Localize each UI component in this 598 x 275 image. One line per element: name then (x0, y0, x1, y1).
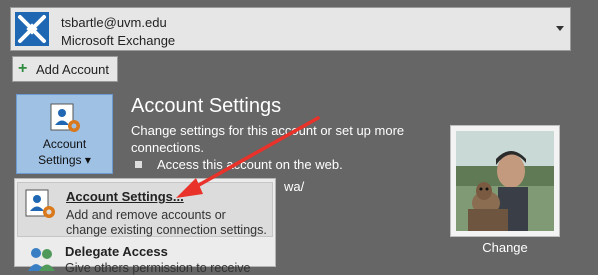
menu-item-description-2: change existing connection settings. (66, 223, 267, 237)
access-web-text: Access this account on the web. (157, 157, 343, 172)
section-title: Account Settings (131, 95, 282, 117)
account-settings-icon (50, 103, 80, 132)
menu-item-description-1: Add and remove accounts or (66, 208, 226, 222)
add-account-label: Add Account (36, 61, 109, 77)
exchange-logo-icon (15, 12, 49, 46)
add-account-button[interactable]: + Add Account (12, 56, 118, 82)
account-settings-icon (25, 189, 55, 218)
plus-icon: + (18, 60, 28, 77)
account-settings-label-1: Account (42, 137, 87, 151)
bullet-icon (135, 161, 142, 168)
account-settings-button[interactable]: Account Settings ▾ (16, 94, 113, 174)
profile-picture[interactable] (450, 125, 560, 237)
menu-item-title: Account Settings... (66, 189, 184, 204)
section-description-line-2: connections. (131, 140, 204, 155)
account-settings-dropdown: Account Settings... Add and remove accou… (14, 178, 276, 275)
account-selector[interactable]: tsbartle@uvm.edu Microsoft Exchange (10, 7, 571, 51)
account-settings-label-2: Settings ▾ (38, 153, 91, 167)
change-photo-link[interactable]: Change (450, 240, 560, 255)
chevron-down-icon[interactable] (556, 26, 564, 31)
profile-photo-image (456, 131, 554, 231)
menu-item-title: Delegate Access (65, 244, 168, 259)
web-url-link[interactable]: wa/ (284, 179, 304, 194)
account-email: tsbartle@uvm.edu (61, 15, 167, 30)
section-description-line-1: Change settings for this account or set … (131, 123, 405, 138)
delegate-people-icon (28, 248, 55, 271)
account-type: Microsoft Exchange (61, 33, 176, 48)
menu-item-description: Give others permission to receive (65, 261, 251, 275)
menu-item-delegate-access[interactable]: Delegate Access Give others permission t… (17, 241, 273, 275)
menu-item-account-settings[interactable]: Account Settings... Add and remove accou… (17, 182, 273, 237)
